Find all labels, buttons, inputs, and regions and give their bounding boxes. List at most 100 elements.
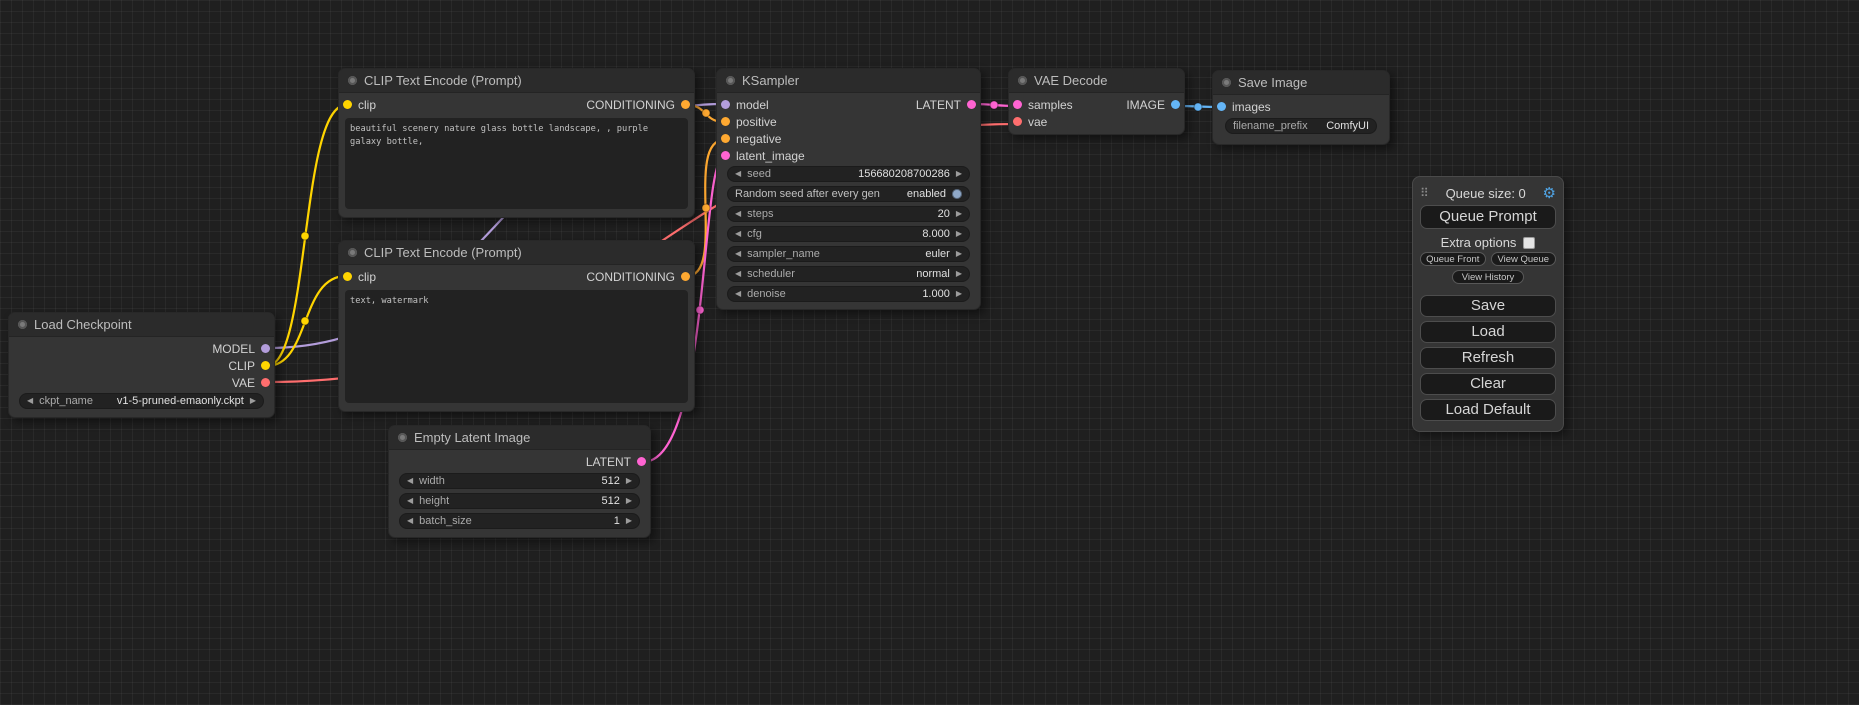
input-slot-positive[interactable]: positive bbox=[721, 115, 777, 129]
node-title-bar[interactable]: Empty Latent Image bbox=[389, 426, 650, 450]
clear-button[interactable]: Clear bbox=[1420, 373, 1556, 395]
arrow-right-icon[interactable]: ▶ bbox=[956, 290, 962, 298]
arrow-left-icon[interactable]: ◀ bbox=[407, 517, 413, 525]
collapse-toggle-icon[interactable] bbox=[1018, 76, 1027, 85]
clip-slot-dot[interactable] bbox=[261, 361, 270, 370]
load-button[interactable]: Load bbox=[1420, 321, 1556, 343]
view-history-button[interactable]: View History bbox=[1452, 270, 1524, 284]
input-slot-model[interactable]: model bbox=[721, 98, 769, 112]
arrow-left-icon[interactable]: ◀ bbox=[735, 230, 741, 238]
clip-slot-dot[interactable] bbox=[343, 100, 352, 109]
input-slot-vae[interactable]: vae bbox=[1013, 115, 1047, 129]
arrow-right-icon[interactable]: ▶ bbox=[956, 270, 962, 278]
save-button[interactable]: Save bbox=[1420, 295, 1556, 317]
node-title-bar[interactable]: Load Checkpoint bbox=[9, 313, 274, 337]
node-title-bar[interactable]: CLIP Text Encode (Prompt) bbox=[339, 69, 694, 93]
arrow-left-icon[interactable]: ◀ bbox=[27, 397, 33, 405]
output-slot-conditioning[interactable]: CONDITIONING bbox=[586, 270, 690, 284]
model-slot-dot[interactable] bbox=[721, 100, 730, 109]
node-title-bar[interactable]: Save Image bbox=[1213, 71, 1389, 95]
widget-random-seed-toggle[interactable]: Random seed after every gen enabled bbox=[727, 186, 970, 202]
node-title-bar[interactable]: KSampler bbox=[717, 69, 980, 93]
conditioning-slot-dot[interactable] bbox=[681, 100, 690, 109]
arrow-left-icon[interactable]: ◀ bbox=[735, 270, 741, 278]
node-clip-text-encode-negative[interactable]: CLIP Text Encode (Prompt) clip CONDITION… bbox=[338, 240, 695, 412]
input-slot-latent-image[interactable]: latent_image bbox=[721, 149, 805, 163]
conditioning-slot-dot[interactable] bbox=[681, 272, 690, 281]
collapse-toggle-icon[interactable] bbox=[348, 76, 357, 85]
collapse-toggle-icon[interactable] bbox=[726, 76, 735, 85]
latent-slot-dot[interactable] bbox=[1013, 100, 1022, 109]
settings-gear-icon[interactable]: ⚙ bbox=[1543, 186, 1556, 201]
vae-slot-dot[interactable] bbox=[1013, 117, 1022, 126]
output-slot-vae[interactable]: VAE bbox=[232, 376, 270, 390]
node-graph-canvas[interactable]: Load Checkpoint MODEL CLIP VAE bbox=[0, 0, 1859, 705]
node-title-bar[interactable]: VAE Decode bbox=[1009, 69, 1184, 93]
model-slot-dot[interactable] bbox=[261, 344, 270, 353]
node-empty-latent-image[interactable]: Empty Latent Image LATENT ◀ width 512 ▶ … bbox=[388, 425, 651, 538]
arrow-left-icon[interactable]: ◀ bbox=[735, 170, 741, 178]
output-slot-clip[interactable]: CLIP bbox=[228, 359, 270, 373]
conditioning-slot-dot[interactable] bbox=[721, 134, 730, 143]
clip-slot-dot[interactable] bbox=[343, 272, 352, 281]
collapse-toggle-icon[interactable] bbox=[1222, 78, 1231, 87]
widget-width[interactable]: ◀ width 512 ▶ bbox=[399, 473, 640, 489]
node-save-image[interactable]: Save Image images filename_prefix ComfyU… bbox=[1212, 70, 1390, 145]
output-slot-image[interactable]: IMAGE bbox=[1126, 98, 1180, 112]
conditioning-slot-dot[interactable] bbox=[721, 117, 730, 126]
input-slot-clip[interactable]: clip bbox=[343, 270, 376, 284]
extra-options-checkbox[interactable] bbox=[1523, 237, 1535, 249]
node-vae-decode[interactable]: VAE Decode samples IMAGE vae bbox=[1008, 68, 1185, 135]
view-queue-button[interactable]: View Queue bbox=[1491, 252, 1557, 266]
collapse-toggle-icon[interactable] bbox=[348, 248, 357, 257]
vae-slot-dot[interactable] bbox=[261, 378, 270, 387]
arrow-right-icon[interactable]: ▶ bbox=[956, 210, 962, 218]
image-slot-dot[interactable] bbox=[1171, 100, 1180, 109]
arrow-left-icon[interactable]: ◀ bbox=[735, 290, 741, 298]
prompt-textarea[interactable]: beautiful scenery nature glass bottle la… bbox=[345, 118, 688, 209]
node-clip-text-encode-positive[interactable]: CLIP Text Encode (Prompt) clip CONDITION… bbox=[338, 68, 695, 218]
widget-filename-prefix[interactable]: filename_prefix ComfyUI bbox=[1225, 118, 1377, 134]
toggle-dot[interactable] bbox=[952, 189, 962, 199]
widget-denoise[interactable]: ◀ denoise 1.000 ▶ bbox=[727, 286, 970, 302]
widget-cfg[interactable]: ◀ cfg 8.000 ▶ bbox=[727, 226, 970, 242]
widget-seed[interactable]: ◀ seed 156680208700286 ▶ bbox=[727, 166, 970, 182]
image-slot-dot[interactable] bbox=[1217, 102, 1226, 111]
arrow-right-icon[interactable]: ▶ bbox=[626, 517, 632, 525]
arrow-left-icon[interactable]: ◀ bbox=[407, 477, 413, 485]
input-slot-images[interactable]: images bbox=[1217, 100, 1271, 114]
node-ksampler[interactable]: KSampler model LATENT positive bbox=[716, 68, 981, 310]
output-slot-model[interactable]: MODEL bbox=[212, 342, 270, 356]
arrow-right-icon[interactable]: ▶ bbox=[956, 170, 962, 178]
widget-steps[interactable]: ◀ steps 20 ▶ bbox=[727, 206, 970, 222]
refresh-button[interactable]: Refresh bbox=[1420, 347, 1556, 369]
latent-slot-dot[interactable] bbox=[967, 100, 976, 109]
node-load-checkpoint[interactable]: Load Checkpoint MODEL CLIP VAE bbox=[8, 312, 275, 418]
collapse-toggle-icon[interactable] bbox=[18, 320, 27, 329]
widget-ckpt-name[interactable]: ◀ ckpt_name v1-5-pruned-emaonly.ckpt ▶ bbox=[19, 393, 264, 409]
arrow-left-icon[interactable]: ◀ bbox=[735, 210, 741, 218]
output-slot-latent[interactable]: LATENT bbox=[586, 455, 646, 469]
arrow-right-icon[interactable]: ▶ bbox=[250, 397, 256, 405]
widget-scheduler[interactable]: ◀ scheduler normal ▶ bbox=[727, 266, 970, 282]
arrow-right-icon[interactable]: ▶ bbox=[626, 497, 632, 505]
output-slot-conditioning[interactable]: CONDITIONING bbox=[586, 98, 690, 112]
arrow-right-icon[interactable]: ▶ bbox=[956, 230, 962, 238]
drag-handle-icon[interactable]: ⠿ bbox=[1420, 187, 1429, 199]
arrow-right-icon[interactable]: ▶ bbox=[626, 477, 632, 485]
prompt-textarea[interactable]: text, watermark bbox=[345, 290, 688, 403]
arrow-right-icon[interactable]: ▶ bbox=[956, 250, 962, 258]
input-slot-samples[interactable]: samples bbox=[1013, 98, 1073, 112]
queue-prompt-button[interactable]: Queue Prompt bbox=[1420, 205, 1556, 229]
load-default-button[interactable]: Load Default bbox=[1420, 399, 1556, 421]
output-slot-latent[interactable]: LATENT bbox=[916, 98, 976, 112]
widget-height[interactable]: ◀ height 512 ▶ bbox=[399, 493, 640, 509]
latent-slot-dot[interactable] bbox=[721, 151, 730, 160]
arrow-left-icon[interactable]: ◀ bbox=[407, 497, 413, 505]
collapse-toggle-icon[interactable] bbox=[398, 433, 407, 442]
latent-slot-dot[interactable] bbox=[637, 457, 646, 466]
arrow-left-icon[interactable]: ◀ bbox=[735, 250, 741, 258]
queue-front-button[interactable]: Queue Front bbox=[1420, 252, 1486, 266]
input-slot-clip[interactable]: clip bbox=[343, 98, 376, 112]
widget-sampler-name[interactable]: ◀ sampler_name euler ▶ bbox=[727, 246, 970, 262]
